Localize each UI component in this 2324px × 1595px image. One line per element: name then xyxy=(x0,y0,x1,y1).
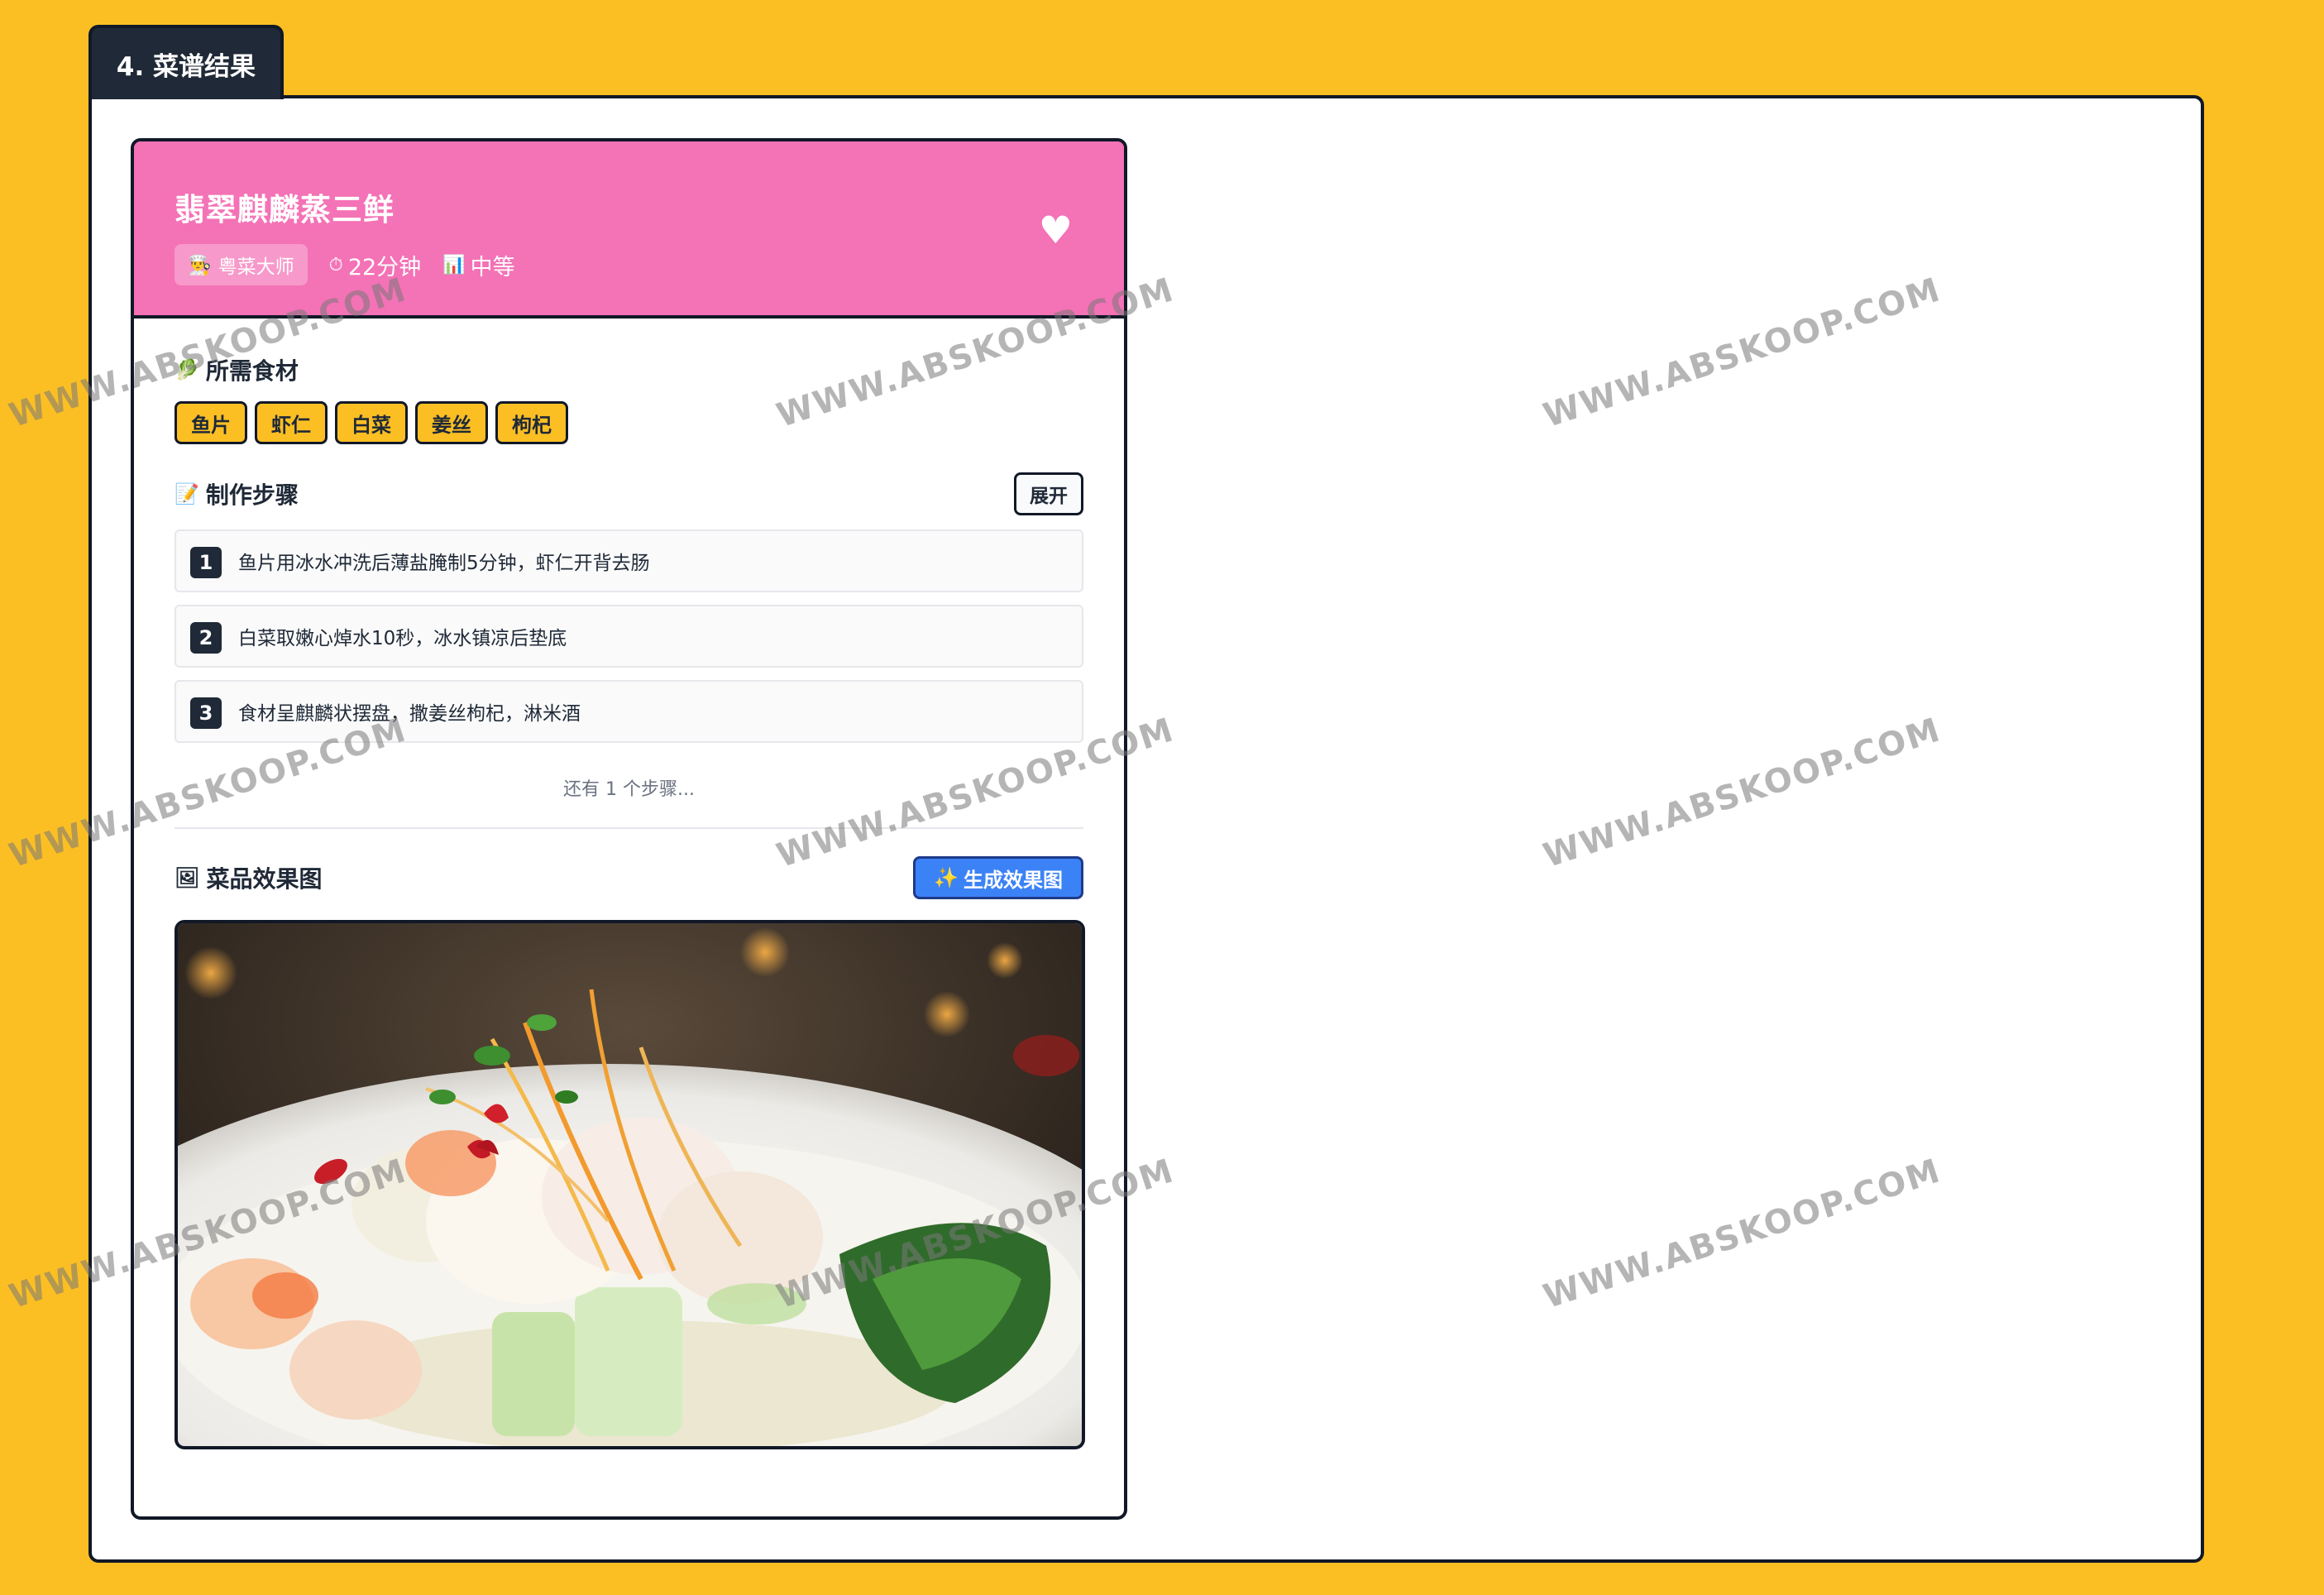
dish-image-title: 菜品效果图 xyxy=(206,865,323,893)
ingredients-title: 所需食材 xyxy=(205,357,299,385)
divider xyxy=(175,827,1083,829)
leaf-icon: 🥬 xyxy=(175,358,199,381)
dish-image xyxy=(175,920,1085,1449)
memo-icon: 📝 xyxy=(175,482,199,505)
step-number: 1 xyxy=(190,547,222,578)
recipe-title: 翡翠麒麟蒸三鲜 xyxy=(175,192,395,228)
dish-image-heading: 🖼 菜品效果图 xyxy=(175,861,322,894)
generate-image-label: 生成效果图 xyxy=(964,868,1063,892)
ingredient-chip: 白菜 xyxy=(335,401,408,444)
step-number: 2 xyxy=(190,622,222,654)
generate-image-button[interactable]: ✨ 生成效果图 xyxy=(913,856,1083,899)
step-item: 1 鱼片用冰水冲洗后薄盐腌制5分钟，虾仁开背去肠 xyxy=(175,529,1083,592)
difficulty: 📊 中等 xyxy=(442,249,514,281)
chef-icon: 👨‍🍳 xyxy=(188,254,212,276)
ingredient-chip: 姜丝 xyxy=(415,401,488,444)
recipe-header: 翡翠麒麟蒸三鲜 👨‍🍳 粤菜大师 ⏱ 22分钟 📊 中等 ♥ xyxy=(134,141,1124,319)
step-text: 鱼片用冰水冲洗后薄盐腌制5分钟，虾仁开背去肠 xyxy=(238,553,650,574)
step-item: 2 白菜取嫩心焯水10秒，冰水镇凉后垫底 xyxy=(175,605,1083,668)
expand-steps-button[interactable]: 展开 xyxy=(1014,472,1083,515)
recipe-card: 翡翠麒麟蒸三鲜 👨‍🍳 粤菜大师 ⏱ 22分钟 📊 中等 ♥ 🥬 xyxy=(131,138,1127,1520)
steps-heading-row: 📝 制作步骤 展开 xyxy=(175,472,1083,515)
step-text: 食材呈麒麟状摆盘，撒姜丝枸杞，淋米酒 xyxy=(238,703,581,725)
section-tab-label: 4. 菜谱结果 xyxy=(116,51,256,82)
steps-title: 制作步骤 xyxy=(205,481,299,509)
steps-heading: 📝 制作步骤 xyxy=(175,477,299,510)
picture-icon: 🖼 xyxy=(175,866,200,889)
step-text: 白菜取嫩心焯水10秒，冰水镇凉后垫底 xyxy=(238,628,567,649)
app-stage: 4. 菜谱结果 翡翠麒麟蒸三鲜 👨‍🍳 粤菜大师 ⏱ 22分钟 📊 中等 ♥ xyxy=(0,0,2324,1595)
ingredient-chip: 虾仁 xyxy=(255,401,328,444)
bar-chart-icon: 📊 xyxy=(442,254,466,275)
step-item: 3 食材呈麒麟状摆盘，撒姜丝枸杞，淋米酒 xyxy=(175,680,1083,743)
dish-image-heading-row: 🖼 菜品效果图 ✨ 生成效果图 xyxy=(175,856,1083,899)
favorite-heart-icon[interactable]: ♥ xyxy=(1039,208,1073,252)
chef-badge: 👨‍🍳 粤菜大师 xyxy=(175,244,308,285)
more-steps-hint[interactable]: 还有 1 个步骤... xyxy=(175,774,1083,801)
recipe-meta: 👨‍🍳 粤菜大师 ⏱ 22分钟 📊 中等 xyxy=(175,244,1124,285)
ingredient-list: 鱼片 虾仁 白菜 姜丝 枸杞 xyxy=(175,401,1083,444)
cook-time-label: 22分钟 xyxy=(347,254,422,280)
ingredients-heading: 🥬 所需食材 xyxy=(175,353,1083,386)
chef-label: 粤菜大师 xyxy=(218,256,294,278)
ingredient-chip: 枸杞 xyxy=(495,401,568,444)
cook-time: ⏱ 22分钟 xyxy=(329,249,422,281)
ingredient-chip: 鱼片 xyxy=(175,401,247,444)
sparkles-icon: ✨ xyxy=(934,866,959,889)
dish-photo xyxy=(178,923,1082,1446)
step-number: 3 xyxy=(190,697,222,729)
difficulty-label: 中等 xyxy=(470,254,515,280)
recipe-body: 🥬 所需食材 鱼片 虾仁 白菜 姜丝 枸杞 📝 制作步骤 展开 1 鱼片用冰水冲… xyxy=(134,319,1124,1449)
stopwatch-icon: ⏱ xyxy=(328,254,343,275)
section-tab[interactable]: 4. 菜谱结果 xyxy=(88,25,284,99)
